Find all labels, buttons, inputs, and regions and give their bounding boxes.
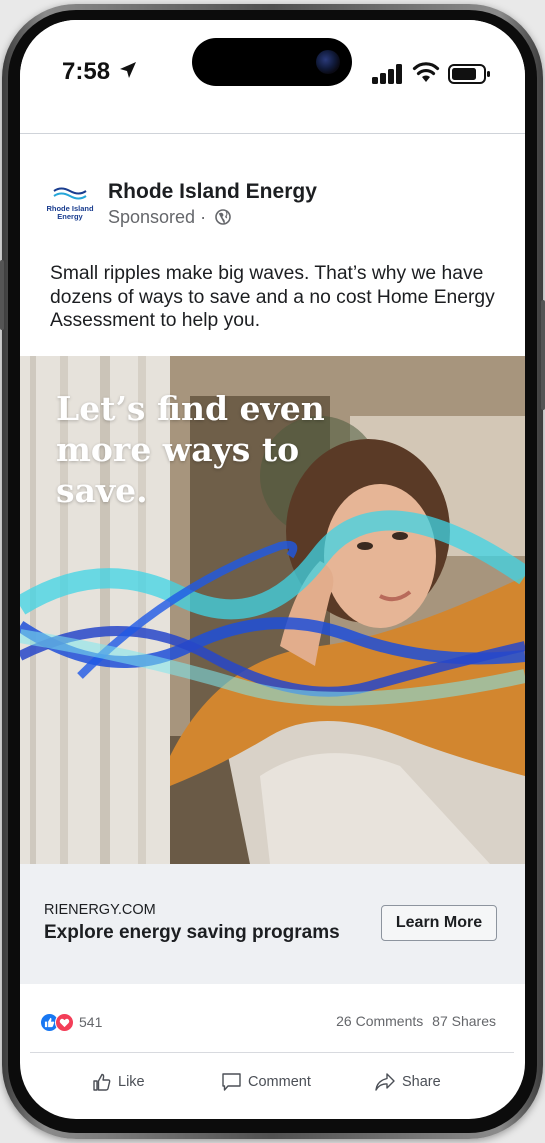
action-bar: Like Comment Share bbox=[20, 1072, 525, 1096]
engagement-stats: 26 Comments 87 Shares bbox=[336, 1013, 496, 1029]
reaction-count: 541 bbox=[79, 1014, 103, 1030]
status-time: 7:58 bbox=[62, 58, 111, 85]
shares-count[interactable]: 87 Shares bbox=[432, 1013, 496, 1029]
like-label: Like bbox=[118, 1074, 145, 1090]
post-caption: Small ripples make big waves. That’s why… bbox=[50, 263, 495, 331]
battery-icon bbox=[448, 64, 490, 84]
comment-label: Comment bbox=[248, 1074, 311, 1090]
comment-icon bbox=[222, 1073, 241, 1091]
link-domain: RIENERGY.COM bbox=[44, 902, 156, 918]
waves-logo-icon bbox=[53, 187, 87, 200]
link-title[interactable]: Explore energy saving programs bbox=[44, 922, 340, 944]
side-button-left bbox=[0, 260, 4, 330]
share-button[interactable]: Share bbox=[374, 1072, 441, 1092]
location-arrow-icon bbox=[120, 62, 136, 78]
love-reaction-icon bbox=[55, 1012, 74, 1032]
actions-divider bbox=[30, 1052, 514, 1053]
share-label: Share bbox=[402, 1074, 441, 1090]
wifi-icon bbox=[412, 62, 440, 82]
advertiser-logo[interactable]: Rhode Island Energy bbox=[44, 186, 96, 226]
sponsored-text: Sponsored bbox=[108, 207, 196, 227]
status-bar: 7:58 bbox=[20, 20, 525, 124]
comments-count[interactable]: 26 Comments bbox=[336, 1013, 423, 1029]
camera-icon bbox=[316, 50, 340, 74]
learn-more-button[interactable]: Learn More bbox=[381, 905, 497, 941]
like-button[interactable]: Like bbox=[92, 1072, 145, 1092]
logo-text-line2: Energy bbox=[57, 212, 83, 221]
ad-headline: Let’s find even more ways to save. bbox=[56, 389, 325, 510]
dynamic-island bbox=[192, 38, 352, 86]
advertiser-name[interactable]: Rhode Island Energy bbox=[108, 180, 317, 204]
header-divider bbox=[20, 133, 525, 134]
sponsored-label: Sponsored · bbox=[108, 207, 231, 228]
signal-icon bbox=[372, 64, 402, 84]
comment-button[interactable]: Comment bbox=[221, 1072, 311, 1092]
thumbs-up-icon bbox=[93, 1073, 111, 1091]
globe-icon bbox=[215, 209, 231, 225]
link-preview[interactable]: RIENERGY.COM Explore energy saving progr… bbox=[20, 864, 525, 984]
ad-image[interactable]: Let’s find even more ways to save. bbox=[20, 356, 525, 864]
side-button-right bbox=[541, 300, 545, 410]
share-icon bbox=[375, 1073, 395, 1091]
phone-screen: 7:58 Rhode Island Energy Rhode Island En… bbox=[20, 20, 525, 1119]
reaction-summary[interactable]: 541 bbox=[40, 1010, 102, 1034]
sponsored-separator: · bbox=[200, 207, 207, 227]
